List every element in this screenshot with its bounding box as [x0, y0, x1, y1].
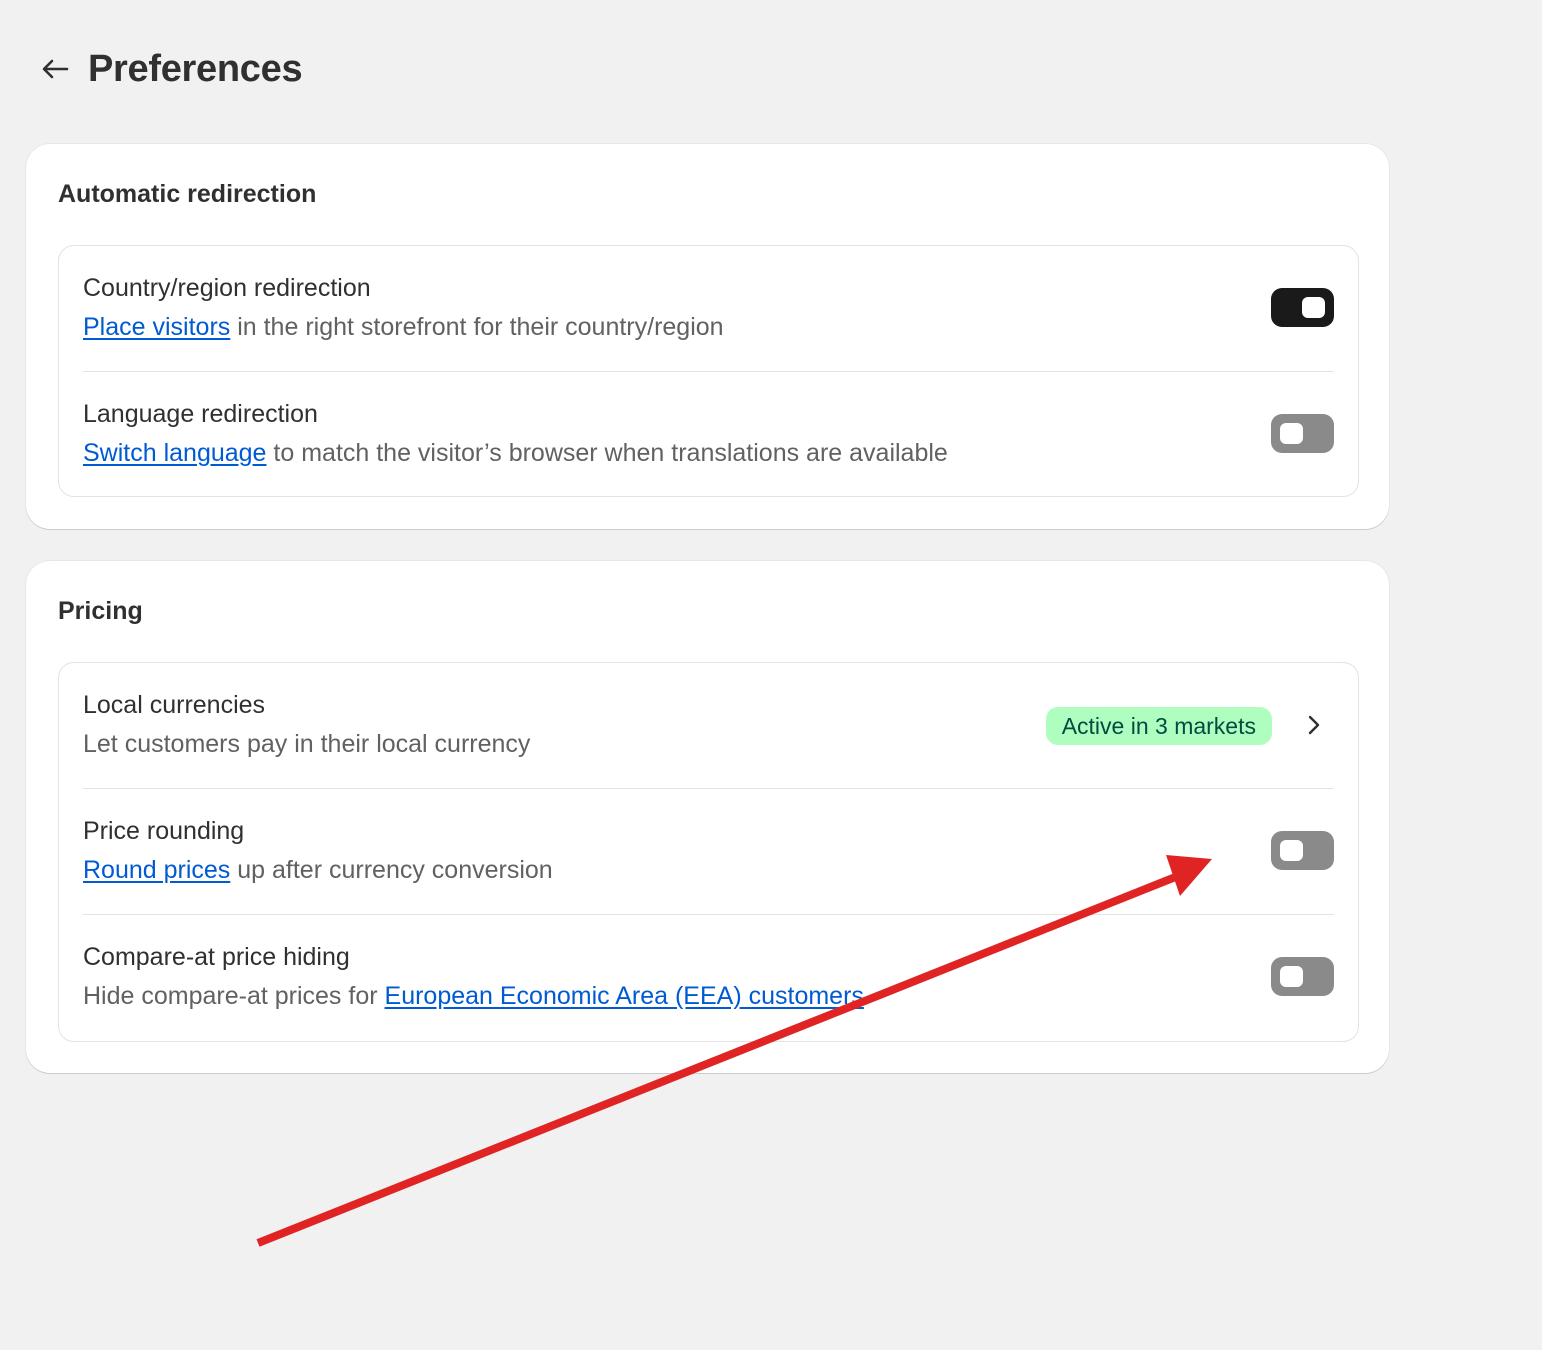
status-badge: Active in 3 markets — [1045, 707, 1272, 745]
language-redirection-row: Language redirection Switch language to … — [83, 371, 1334, 496]
toggle-knob — [1280, 840, 1303, 861]
setting-description: Switch language to match the visitor’s b… — [83, 439, 948, 468]
automatic-redirection-card: Automatic redirection Country/region red… — [26, 144, 1389, 529]
arrow-left-icon — [42, 59, 69, 79]
setting-title: Language redirection — [83, 400, 318, 428]
eea-customers-link[interactable]: European Economic Area (EEA) customers — [385, 982, 864, 1010]
back-button[interactable] — [38, 52, 72, 86]
setting-description: Place visitors in the right storefront f… — [83, 313, 724, 342]
card-title: Automatic redirection — [58, 180, 317, 208]
page-title: Preferences — [88, 47, 303, 90]
description-text: in the right storefront for their countr… — [230, 313, 724, 341]
place-visitors-link[interactable]: Place visitors — [83, 313, 230, 341]
setting-description: Round prices up after currency conversio… — [83, 856, 553, 885]
setting-title: Compare-at price hiding — [83, 943, 350, 971]
card-title: Pricing — [58, 597, 143, 625]
pricing-settings-list: Local currencies Let customers pay in th… — [58, 662, 1359, 1042]
setting-title: Country/region redirection — [83, 274, 371, 302]
switch-language-link[interactable]: Switch language — [83, 439, 266, 467]
toggle-knob — [1302, 297, 1325, 318]
setting-description: Let customers pay in their local currenc… — [83, 730, 531, 758]
chevron-right-icon[interactable] — [1302, 713, 1326, 737]
country-region-redirection-toggle[interactable] — [1271, 288, 1334, 327]
redirection-settings-list: Country/region redirection Place visitor… — [58, 245, 1359, 497]
compare-at-price-hiding-row: Compare-at price hiding Hide compare-at … — [83, 914, 1334, 1039]
country-region-redirection-row: Country/region redirection Place visitor… — [83, 246, 1334, 371]
round-prices-link[interactable]: Round prices — [83, 856, 230, 884]
description-text: to match the visitor’s browser when tran… — [266, 439, 948, 467]
setting-title: Local currencies — [83, 691, 266, 719]
language-redirection-toggle[interactable] — [1271, 414, 1334, 453]
toggle-knob — [1280, 966, 1303, 987]
compare-at-price-hiding-toggle[interactable] — [1271, 957, 1334, 996]
toggle-knob — [1280, 423, 1303, 444]
description-text: up after currency conversion — [230, 856, 553, 884]
price-rounding-toggle[interactable] — [1271, 831, 1334, 870]
description-text: Hide compare-at prices for — [83, 982, 385, 1010]
page-header: Preferences — [38, 44, 303, 94]
setting-description: Hide compare-at prices for European Econ… — [83, 982, 864, 1011]
local-currencies-row[interactable]: Local currencies Let customers pay in th… — [83, 663, 1334, 788]
setting-title: Price rounding — [83, 817, 245, 845]
price-rounding-row: Price rounding Round prices up after cur… — [83, 788, 1334, 913]
pricing-card: Pricing Local currencies Let customers p… — [26, 561, 1389, 1073]
